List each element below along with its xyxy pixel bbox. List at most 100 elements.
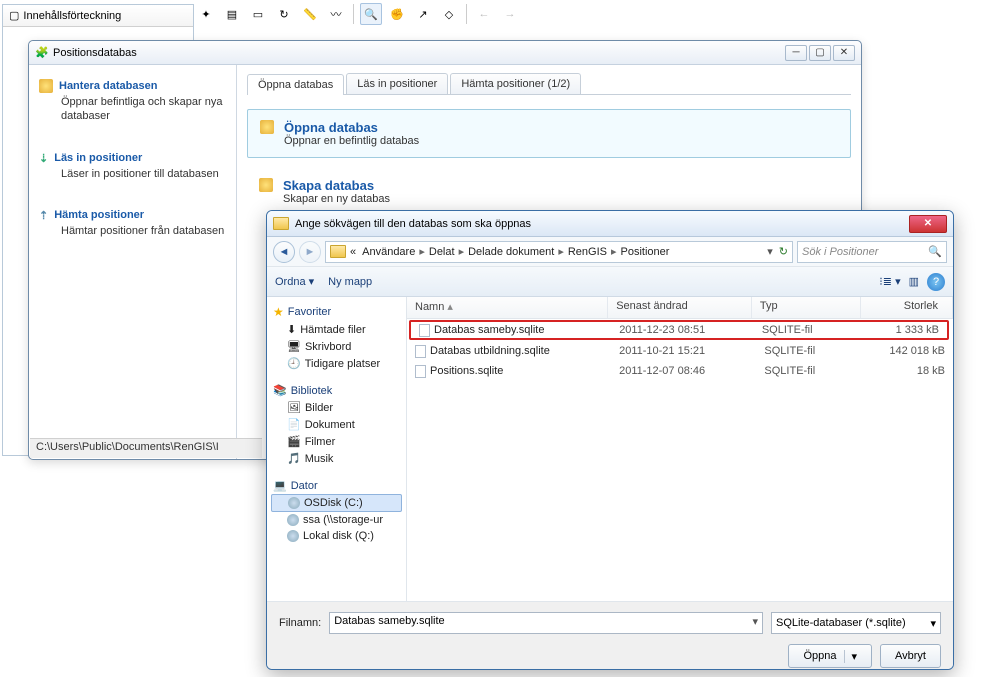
folder-icon: [273, 217, 289, 230]
chevron-down-icon: ▾: [930, 617, 936, 630]
crumb[interactable]: Delat: [427, 246, 457, 258]
toolbar-grid-icon[interactable]: ▤: [221, 3, 243, 25]
file-row[interactable]: Databas utbildning.sqlite 2011-10-21 15:…: [407, 341, 953, 361]
filetype-select[interactable]: SQLite-databaser (*.sqlite)▾: [771, 612, 941, 634]
file-list-header[interactable]: Namn ▴ Senast ändrad Typ Storlek: [407, 297, 953, 319]
dialog-toolbar: Ordna ▾ Ny mapp ⁝≣ ▾ ▥ ?: [267, 267, 953, 297]
toolbar-measure-icon[interactable]: 📏: [299, 3, 321, 25]
sidebar-item-manage[interactable]: Hantera databasen Öppnar befintliga och …: [39, 79, 226, 124]
sidebar-item-load[interactable]: ⇣Läs in positioner Läser in positioner t…: [39, 152, 226, 181]
dialog-addressbar: ◄ ► « Användare▸ Delat▸ Delade dokument▸…: [267, 237, 953, 267]
minimize-button[interactable]: ─: [785, 45, 807, 61]
dialog-close-button[interactable]: ✕: [909, 215, 947, 233]
nav-back-button[interactable]: ◄: [273, 241, 295, 263]
breadcrumb[interactable]: « Användare▸ Delat▸ Delade dokument▸ Ren…: [325, 241, 793, 263]
toolbar-back-icon[interactable]: ←: [473, 3, 495, 25]
file-icon: [415, 365, 426, 378]
database-icon: [259, 178, 273, 192]
open-button[interactable]: Öppna▾: [788, 644, 872, 668]
toolbar-forward-icon[interactable]: →: [499, 3, 521, 25]
file-open-dialog: Ange sökvägen till den databas som ska ö…: [266, 210, 954, 670]
toolbar-zoom-icon[interactable]: 🔍: [360, 3, 382, 25]
chevron-down-icon[interactable]: ▾: [752, 615, 758, 628]
network-disk-icon: [287, 514, 299, 526]
col-type[interactable]: Typ: [752, 297, 861, 318]
crumb[interactable]: Positioner: [619, 246, 672, 258]
nav-forward-button[interactable]: ►: [299, 241, 321, 263]
toolbar-curve-icon[interactable]: 〰: [325, 3, 347, 25]
folder-icon: [330, 245, 346, 258]
tab-open-db[interactable]: Öppna databas: [247, 74, 344, 95]
col-size[interactable]: Storlek: [861, 297, 953, 318]
preview-pane-button[interactable]: ▥: [909, 275, 919, 288]
pictures-icon: 🖼: [287, 401, 301, 414]
tree-item[interactable]: Lokal disk (Q:): [271, 528, 402, 544]
maximize-button[interactable]: ▢: [809, 45, 831, 61]
tree-computer[interactable]: 💻Dator: [271, 477, 402, 494]
option-title: Öppna databas: [284, 120, 419, 135]
contents-tab[interactable]: ▢ Innehållsförteckning: [3, 5, 193, 27]
file-icon: [419, 324, 430, 337]
tree-favorites[interactable]: ★Favoriter: [271, 303, 402, 321]
view-menu[interactable]: ⁝≣ ▾: [879, 275, 900, 288]
tree-item[interactable]: ⬇Hämtade filer: [271, 321, 402, 338]
chevron-down-icon[interactable]: ▾: [767, 245, 773, 258]
sidebar-item-desc: Hämtar positioner från databasen: [39, 224, 226, 238]
option-open-db[interactable]: Öppna databas Öppnar en befintlig databa…: [247, 109, 851, 158]
star-icon: ★: [273, 305, 284, 319]
tree-library[interactable]: 📚Bibliotek: [271, 382, 402, 399]
toolbar-refresh-icon[interactable]: ↻: [273, 3, 295, 25]
col-name[interactable]: Namn ▴: [407, 297, 608, 318]
recent-icon: 🕘: [287, 357, 301, 370]
sidebar-item-fetch[interactable]: ⇡ Hämta positioner Hämtar positioner från…: [39, 209, 226, 238]
tree-item[interactable]: ssa (\\storage-ur: [271, 512, 402, 528]
toolbar-doc-icon[interactable]: ▭: [247, 3, 269, 25]
fetch-icon: ⇡: [39, 209, 48, 222]
close-button[interactable]: ✕: [833, 45, 855, 61]
file-row[interactable]: Positions.sqlite 2011-12-07 08:46 SQLITE…: [407, 361, 953, 381]
tree-item[interactable]: OSDisk (C:): [271, 494, 402, 512]
tab-load-pos[interactable]: Läs in positioner: [346, 73, 448, 94]
organize-menu[interactable]: Ordna ▾: [275, 275, 314, 288]
minus-icon: ▢: [9, 9, 19, 22]
tree-item[interactable]: 🖥Skrivbord: [271, 338, 402, 355]
toolbar-pan-icon[interactable]: ✊: [386, 3, 408, 25]
filename-input[interactable]: Databas sameby.sqlite ▾: [329, 612, 763, 634]
toolbar-erase-icon[interactable]: ◇: [438, 3, 460, 25]
search-input[interactable]: Sök i Positioner 🔍: [797, 241, 947, 263]
toolbar-tools-icon[interactable]: ✦: [195, 3, 217, 25]
option-title: Skapa databas: [283, 178, 390, 193]
disk-icon: [288, 497, 300, 509]
toolbar-pick-icon[interactable]: ↗: [412, 3, 434, 25]
col-date[interactable]: Senast ändrad: [608, 297, 752, 318]
tree-item[interactable]: 📄Dokument: [271, 416, 402, 433]
crumb[interactable]: Delade dokument: [466, 246, 556, 258]
tree-item[interactable]: 🎵Musik: [271, 450, 402, 467]
tree-item[interactable]: 🕘Tidigare platser: [271, 355, 402, 372]
dialog-bottom: Filnamn: Databas sameby.sqlite ▾ SQLite-…: [267, 601, 953, 670]
refresh-icon[interactable]: ↻: [775, 245, 788, 258]
tree-item[interactable]: 🎬Filmer: [271, 433, 402, 450]
help-button[interactable]: ?: [927, 273, 945, 291]
sidebar-item-desc: Läser in positioner till databasen: [39, 167, 226, 181]
chevron-down-icon[interactable]: ▾: [844, 650, 857, 663]
database-icon: [39, 79, 53, 93]
contents-tab-label: Innehållsförteckning: [23, 10, 121, 22]
videos-icon: 🎬: [287, 435, 301, 448]
crumb[interactable]: Användare: [360, 246, 417, 258]
tab-fetch-pos[interactable]: Hämta positioner (1/2): [450, 73, 581, 94]
new-folder-button[interactable]: Ny mapp: [328, 276, 372, 288]
sidebar-item-label: Läs in positioner: [54, 152, 142, 164]
file-list: Namn ▴ Senast ändrad Typ Storlek Databas…: [407, 297, 953, 601]
positions-titlebar[interactable]: 🧩 Positionsdatabas ─ ▢ ✕: [29, 41, 861, 65]
dialog-titlebar[interactable]: Ange sökvägen till den databas som ska ö…: [267, 211, 953, 237]
crumb[interactable]: RenGIS: [566, 246, 609, 258]
file-row[interactable]: Databas sameby.sqlite 2011-12-23 08:51 S…: [409, 320, 949, 340]
cancel-button[interactable]: Avbryt: [880, 644, 941, 668]
positions-statusbar: C:\Users\Public\Documents\RenGIS\I: [30, 438, 262, 458]
sidebar-item-label: Hämta positioner: [54, 209, 144, 221]
option-create-db[interactable]: Skapa databas Skapar en ny databas: [247, 168, 851, 215]
sidebar-item-label: Hantera databasen: [59, 80, 157, 92]
tree-item[interactable]: 🖼Bilder: [271, 399, 402, 416]
dialog-nav-tree[interactable]: ★Favoriter ⬇Hämtade filer 🖥Skrivbord 🕘Ti…: [267, 297, 407, 601]
